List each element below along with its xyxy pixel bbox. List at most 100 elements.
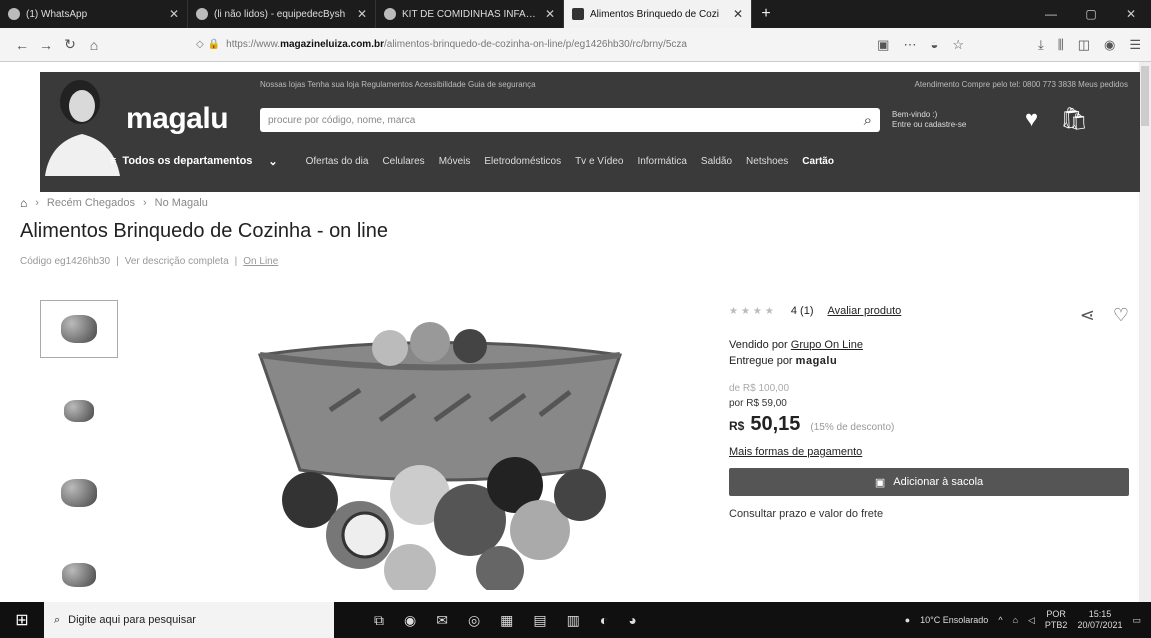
lang-2: PTB2 <box>1044 620 1068 630</box>
home-icon[interactable]: ⌂ <box>82 37 106 53</box>
browser-tab-strip: (1) WhatsApp ✕ (li não lidos) - equipede… <box>0 0 1151 28</box>
close-tab-icon[interactable]: ✕ <box>733 7 743 21</box>
search-icon[interactable]: ⌕ <box>864 112 872 129</box>
magalu-favicon-icon <box>572 8 584 20</box>
close-tab-icon[interactable]: ✕ <box>545 7 555 21</box>
menu-celulares[interactable]: Celulares <box>382 156 424 167</box>
list-price: por R$ 59,00 <box>729 398 787 409</box>
download-icon[interactable]: ⤓ <box>1038 37 1044 53</box>
breadcrumb-item[interactable]: No Magalu <box>155 197 208 209</box>
shipping-link[interactable]: Consultar prazo e valor do frete <box>729 508 1129 520</box>
seller-link[interactable]: Grupo On Line <box>791 339 863 351</box>
product-code: Código eg1426hb30 <box>20 256 111 267</box>
tray-chevron-icon[interactable]: ^ <box>998 615 1002 625</box>
breadcrumb-item[interactable]: Recém Chegados <box>47 197 135 209</box>
menu-tv-video[interactable]: Tv e Vídeo <box>575 156 623 167</box>
close-tab-icon[interactable]: ✕ <box>357 7 367 21</box>
minimize-icon[interactable]: — <box>1031 0 1071 28</box>
thumbnail[interactable] <box>40 300 118 358</box>
taskbar-search-input[interactable]: ⌕ Digite aqui para pesquisar <box>44 602 334 638</box>
rate-product-link[interactable]: Avaliar produto <box>827 305 901 317</box>
menu-saldao[interactable]: Saldão <box>701 156 732 167</box>
search-icon: ⌕ <box>54 613 61 626</box>
currency: R$ <box>729 419 745 433</box>
product-image[interactable] <box>250 320 630 590</box>
description-link[interactable]: Ver descrição completa <box>125 256 229 267</box>
breadcrumb: ⌂ › Recém Chegados › No Magalu <box>20 196 208 210</box>
heart-icon[interactable]: ♡ <box>1113 305 1129 326</box>
menu-ofertas[interactable]: Ofertas do dia <box>306 156 369 167</box>
brand-link[interactable]: On Line <box>243 256 278 267</box>
word-icon[interactable]: ▥ <box>567 612 580 629</box>
mail-icon[interactable]: ✉ <box>436 612 448 629</box>
rating-row: ★★★★ 4 (1) Avaliar produto <box>729 305 1129 317</box>
home-icon[interactable]: ⌂ <box>20 196 27 210</box>
thumbnail[interactable] <box>40 464 118 522</box>
network-icon[interactable]: ⌂ <box>1013 615 1018 625</box>
rating-stars: ★★★★ <box>729 305 777 317</box>
edge-icon[interactable]: ◐ <box>600 612 608 629</box>
add-to-bag-button[interactable]: ▣ Adicionar à sacola <box>729 468 1129 496</box>
menu-moveis[interactable]: Móveis <box>439 156 471 167</box>
browser-tab-active[interactable]: Alimentos Brinquedo de Cozi ✕ <box>564 0 752 28</box>
browser-tab-kit[interactable]: KIT DE COMIDINHAS INFANTI ✕ <box>376 0 564 28</box>
thumbnail[interactable] <box>40 546 118 604</box>
all-departments-button[interactable]: ≡ Todos os departamentos ⌄ <box>110 155 278 168</box>
back-icon[interactable]: ← <box>10 37 34 53</box>
add-to-bag-label: Adicionar à sacola <box>893 476 984 488</box>
reader-icon[interactable]: ▣ <box>877 37 889 53</box>
excel-icon[interactable]: ▤ <box>533 612 546 629</box>
forward-icon[interactable]: → <box>34 37 58 53</box>
close-window-icon[interactable]: ✕ <box>1111 0 1151 28</box>
whatsapp-icon <box>8 8 20 20</box>
browser-tab-whatsapp[interactable]: (1) WhatsApp ✕ <box>0 0 188 28</box>
separator: | <box>116 256 119 267</box>
volume-icon[interactable]: ◁ <box>1028 615 1035 626</box>
task-view-icon[interactable]: ⧉ <box>374 612 384 629</box>
login-text: Entre ou cadastre-se <box>892 120 967 129</box>
bookmark-star-icon[interactable]: ☆ <box>952 37 964 53</box>
menu-cartao[interactable]: Cartão <box>802 156 834 167</box>
weather-text[interactable]: 10°C Ensolarado <box>920 615 988 625</box>
menu-eletrodomesticos[interactable]: Eletrodomésticos <box>484 156 561 167</box>
library-icon[interactable]: ⫼ <box>1058 37 1064 53</box>
more-icon[interactable]: ⋯ <box>903 37 916 53</box>
shopping-bag-icon[interactable]: 🛍 <box>1060 106 1088 132</box>
windows-start-icon[interactable]: ⊞ <box>0 610 44 630</box>
chrome-icon <box>384 8 396 20</box>
browser-navbar: ← → ↻ ⌂ ◇ 🔒 https://www. magazineluiza.co… <box>0 28 1151 62</box>
thumbnail[interactable] <box>40 382 118 440</box>
browser-tab-email[interactable]: (li não lidos) - equipedecBysh ✕ <box>188 0 376 28</box>
browser-icon[interactable]: ◎ <box>468 612 480 629</box>
firefox-icon[interactable]: ◕ <box>628 612 636 629</box>
favorites-heart-icon[interactable]: ♥ <box>1025 106 1038 132</box>
notification-icon[interactable]: ▭ <box>1132 615 1141 626</box>
share-icon[interactable]: ⋖ <box>1080 305 1095 326</box>
scrollbar-thumb[interactable] <box>1141 66 1149 126</box>
language-indicator[interactable]: POR PTB2 <box>1045 609 1068 631</box>
maximize-icon[interactable]: ▢ <box>1071 0 1111 28</box>
clock[interactable]: 15:15 20/07/2021 <box>1077 609 1122 631</box>
taskbar-apps: ⧉ ◉ ✉ ◎ ▦ ▤ ▥ ◐ ◕ <box>374 612 637 629</box>
account-icon[interactable]: ◉ <box>1104 37 1115 53</box>
calculator-icon[interactable]: ▦ <box>500 612 513 629</box>
magalu-logo[interactable]: magalu <box>126 102 229 136</box>
top-right-links[interactable]: Atendimento Compre pelo tel: 0800 773 38… <box>915 80 1128 89</box>
chrome-icon[interactable]: ◉ <box>404 612 416 629</box>
sidebar-icon[interactable]: ◫ <box>1078 37 1090 53</box>
menu-icon[interactable]: ☰ <box>1129 37 1141 53</box>
login-link[interactable]: Bem-vindo :) Entre ou cadastre-se <box>892 110 966 130</box>
close-tab-icon[interactable]: ✕ <box>169 7 179 21</box>
new-tab-button[interactable]: + <box>752 0 780 28</box>
delivered-by: magalu <box>795 355 838 367</box>
search-input[interactable]: procure por código, nome, marca ⌕ <box>260 108 880 132</box>
reload-icon[interactable]: ↻ <box>58 36 82 53</box>
discount-text: (15% de desconto) <box>810 422 895 433</box>
menu-netshoes[interactable]: Netshoes <box>746 156 788 167</box>
page-scrollbar[interactable] <box>1139 62 1151 602</box>
top-links[interactable]: Nossas lojas Tenha sua loja Regulamentos… <box>260 80 536 89</box>
more-payment-link[interactable]: Mais formas de pagamento <box>729 446 1129 458</box>
menu-informatica[interactable]: Informática <box>637 156 686 167</box>
address-bar[interactable]: ◇ 🔒 https://www. magazineluiza.com.br/ali… <box>196 33 796 57</box>
pocket-icon[interactable]: ◒ <box>930 37 938 53</box>
